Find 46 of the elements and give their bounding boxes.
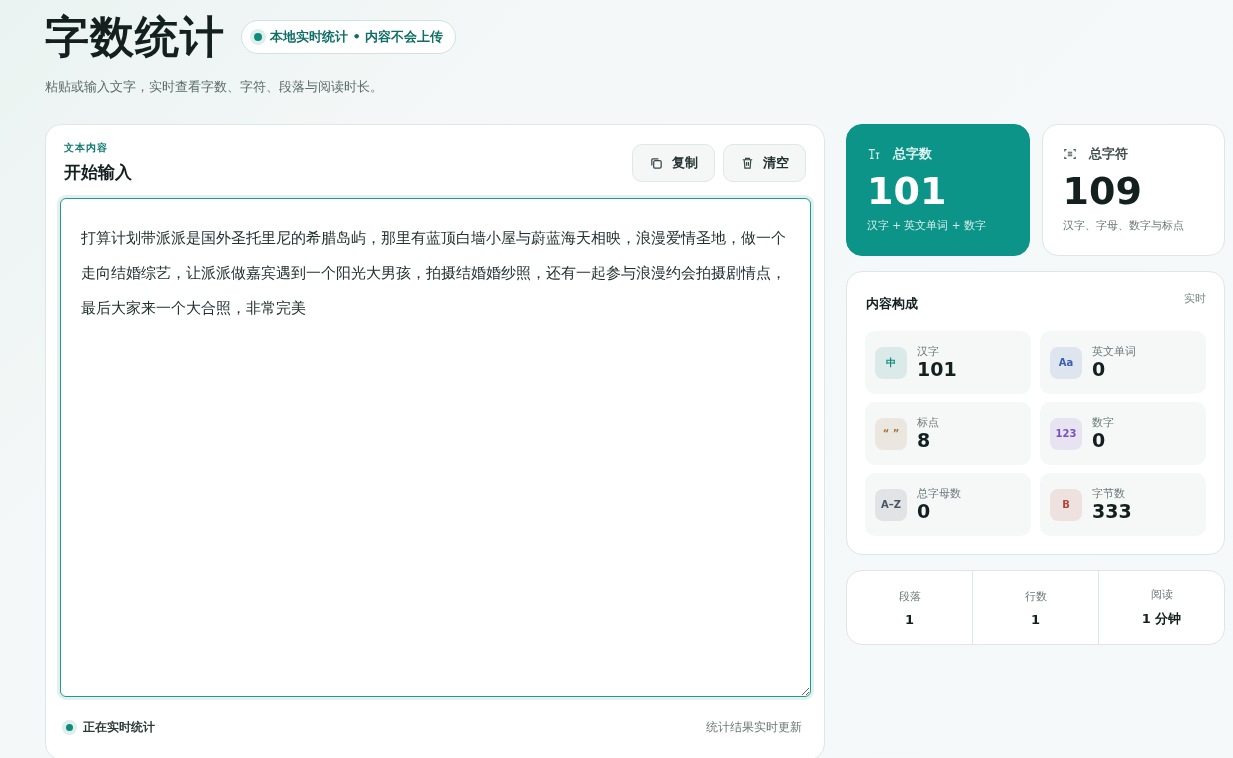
- summary-label: 阅读: [1150, 587, 1173, 602]
- type-badge: 123: [1050, 417, 1082, 450]
- section-eyebrow: 文本内容: [64, 141, 109, 155]
- type-badge: A–Z: [875, 488, 907, 521]
- stat-caption: 汉字、字母、数字与标点: [1062, 218, 1185, 233]
- clear-button[interactable]: 清空: [723, 144, 806, 182]
- page-title: 字数统计: [45, 9, 225, 64]
- type-badge: “ ”: [875, 417, 907, 450]
- text-icon: [867, 147, 881, 161]
- trash-icon: [740, 155, 755, 171]
- text-input[interactable]: 打算计划带派派是国外圣托里尼的希腊岛屿，那里有蓝顶白墙小屋与蔚蓝海天相映，浪漫爱情圣地，做一个走向结婚综艺，让派派做嘉宾遇到一个阳光大男孩，拍摄结婚婚纱照，还有一起参与浪漫约会拍摄剧情点，最后大家来一个大合照，非常完美: [60, 198, 811, 697]
- tile-label: 总字母数: [917, 487, 961, 502]
- stat-label: 总字数: [893, 145, 932, 163]
- tile-label: 数字: [1092, 416, 1114, 431]
- tile-label: 汉字: [917, 345, 940, 360]
- stat-caption: 汉字 + 英文单词 + 数字: [867, 218, 987, 233]
- tile-value: 0: [1092, 430, 1107, 451]
- copy-button[interactable]: 复制: [632, 144, 715, 182]
- update-note: 统计结果实时更新: [706, 719, 802, 736]
- tile-label: 字节数: [1092, 487, 1126, 502]
- tile-value: 333: [1092, 501, 1132, 522]
- summary-label: 段落: [898, 588, 921, 604]
- summary-value: 1 分钟: [1141, 610, 1182, 628]
- summary-label: 行数: [1024, 588, 1047, 604]
- live-tag: 实时: [1184, 292, 1206, 313]
- tile-value: 101: [917, 359, 957, 380]
- tile-value: 0: [1092, 359, 1107, 380]
- tile-value: 8: [917, 430, 932, 451]
- stat-value: 101: [867, 171, 948, 213]
- section-title: 开始输入: [64, 161, 132, 184]
- type-badge: 中: [875, 346, 907, 379]
- live-status: 正在实时统计: [66, 719, 155, 736]
- stat-value: 109: [1062, 171, 1143, 213]
- composition-title: 内容构成: [866, 295, 918, 313]
- tile-value: 0: [917, 501, 932, 522]
- summary-value: 1: [904, 611, 914, 627]
- copy-icon: [649, 155, 664, 171]
- text-scan-icon: [1062, 147, 1077, 161]
- privacy-badge: 本地实时统计 • 内容不会上传: [241, 20, 457, 54]
- tile-label: 标点: [917, 416, 939, 431]
- summary-value: 1: [1030, 611, 1040, 627]
- tile-label: 英文单词: [1092, 345, 1136, 360]
- page-subtitle: 粘贴或输入文字，实时查看字数、字符、段落与阅读时长。: [45, 78, 384, 96]
- type-badge: Aa: [1050, 346, 1082, 379]
- stat-label: 总字符: [1088, 145, 1128, 163]
- type-badge: B: [1050, 488, 1082, 521]
